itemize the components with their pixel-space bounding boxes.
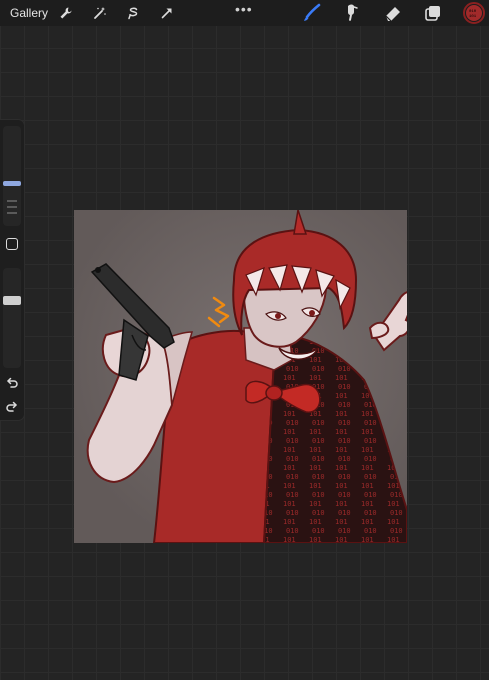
wrench-icon[interactable] (56, 3, 76, 23)
svg-text:010: 010 (469, 10, 477, 14)
slider-tick (7, 200, 17, 202)
more-options-button[interactable]: ••• (235, 1, 253, 17)
svg-text:101: 101 (469, 15, 477, 19)
opacity-handle[interactable] (3, 296, 21, 305)
undo-icon[interactable] (5, 376, 19, 390)
color-picker-icon[interactable]: 010 101 (463, 2, 485, 24)
magic-wand-icon[interactable] (90, 3, 110, 23)
opacity-slider[interactable] (3, 268, 21, 368)
brush-icon[interactable] (301, 3, 323, 23)
transform-arrow-icon[interactable] (157, 3, 177, 23)
brush-size-slider[interactable] (3, 126, 21, 226)
eraser-icon[interactable] (382, 3, 404, 23)
slider-tick (7, 212, 17, 214)
drawing-canvas[interactable]: 101 010 (74, 210, 407, 543)
redo-icon[interactable] (5, 400, 19, 414)
top-toolbar: Gallery ••• 010 101 (0, 0, 489, 26)
procreate-app: Gallery ••• 010 101 (0, 0, 489, 680)
smudge-icon[interactable] (340, 3, 362, 23)
left-sidebar (0, 120, 24, 420)
artwork-illustration: 101 010 (74, 210, 407, 543)
selection-icon[interactable] (123, 3, 143, 23)
layers-icon[interactable] (422, 3, 444, 23)
gallery-button[interactable]: Gallery (10, 6, 48, 20)
modify-button-icon[interactable] (6, 238, 18, 250)
slider-tick (7, 206, 17, 208)
brush-size-handle[interactable] (3, 181, 21, 186)
